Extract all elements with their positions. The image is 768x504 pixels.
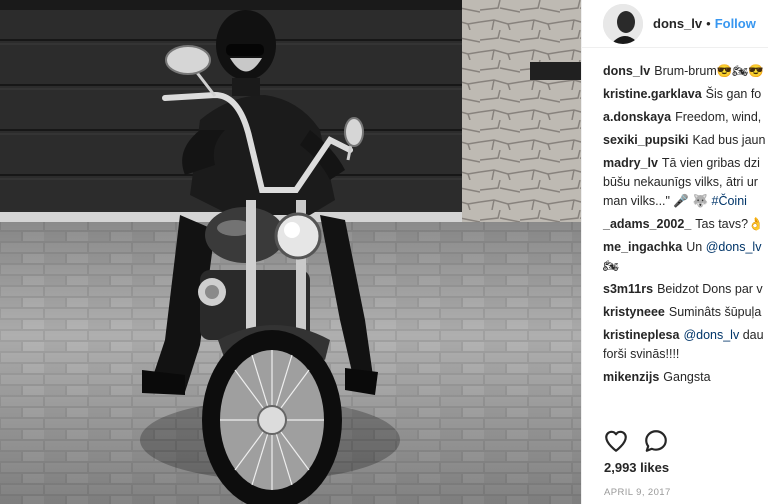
post-photo[interactable] — [0, 0, 581, 504]
comment-item: madry_lv Tā vien gribas dzi būšu nekaunīg… — [603, 154, 768, 211]
likes-count[interactable]: 2,993 likes — [604, 460, 669, 475]
caption-username[interactable]: dons_lv — [603, 64, 650, 78]
header-separator: • — [706, 16, 711, 31]
post-header: dons_lv • Follow — [582, 0, 768, 48]
comment-username[interactable]: me_ingachka — [603, 240, 682, 254]
comment-text: Tā vien gribas dzi — [661, 156, 760, 170]
comment-item: kristyneee Suminâts šūpuļa — [603, 303, 768, 322]
comment-username[interactable]: kristine.garklava — [603, 87, 702, 101]
post-date[interactable]: APRIL 9, 2017 — [604, 487, 671, 498]
comment-icon[interactable] — [643, 428, 669, 454]
comment-text-line: forši svinās!!!! — [603, 347, 680, 361]
comment-item: _adams_2002_ Tas tavs?👌 — [603, 215, 768, 234]
comment-username[interactable]: s3m11rs — [603, 282, 653, 296]
comment-text: Freedom, wind, — [675, 110, 762, 124]
post-actions — [603, 428, 669, 454]
avatar[interactable] — [603, 3, 643, 44]
comments-list: dons_lv Brum-brum😎🏍😎 kristine.garklava Šis… — [582, 48, 768, 387]
comment-username[interactable]: kristyneee — [603, 305, 665, 319]
comment-username[interactable]: kristineplesa — [603, 328, 679, 342]
motorcycle-rider-photo — [0, 0, 581, 504]
header-username[interactable]: dons_lv — [653, 16, 702, 31]
comment-text-line: man vilks..." 🎤 🐺 — [603, 194, 712, 208]
comment-text: Beidzot Dons par v — [657, 282, 763, 296]
comment-item: kristineplesa @dons_lv dau forši svinās!!… — [603, 326, 768, 364]
follow-button[interactable]: Follow — [715, 16, 756, 31]
comment-username[interactable]: a.donskaya — [603, 110, 671, 124]
comment-mention[interactable]: @dons_lv — [683, 328, 739, 342]
post-caption: dons_lv Brum-brum😎🏍😎 — [603, 62, 768, 81]
comment-item: a.donskaya Freedom, wind, — [603, 108, 768, 127]
comment-item: kristine.garklava Šis gan fo — [603, 85, 768, 104]
comment-text: dau — [742, 328, 764, 342]
comment-username[interactable]: madry_lv — [603, 156, 658, 170]
comment-text: Tas tavs?👌 — [695, 217, 764, 231]
comment-item: me_ingachka Un @dons_lv 🏍 — [603, 238, 768, 276]
comment-username[interactable]: _adams_2002_ — [603, 217, 691, 231]
comment-text: Kad bus jaun — [692, 133, 766, 147]
comment-text-line: 🏍 — [603, 259, 619, 273]
comment-item: s3m11rs Beidzot Dons par v — [603, 280, 768, 299]
comment-text: Gangsta — [663, 370, 711, 384]
comment-username[interactable]: sexiki_pupsiki — [603, 133, 688, 147]
comment-text: Suminâts šūpuļa — [668, 305, 762, 319]
post-sidebar: dons_lv • Follow dons_lv Brum-brum😎🏍😎 kri… — [581, 0, 768, 504]
avatar-image — [603, 3, 643, 44]
comment-mention[interactable]: @dons_lv — [706, 240, 762, 254]
comment-item: sexiki_pupsiki Kad bus jaun — [603, 131, 768, 150]
comment-text: Un — [686, 240, 703, 254]
comment-username[interactable]: mikenzijs — [603, 370, 659, 384]
heart-icon[interactable] — [603, 428, 629, 454]
comment-text-line: būšu nekaunīgs vilks, ātri ur — [603, 175, 758, 189]
caption-text: Brum-brum😎🏍😎 — [654, 64, 764, 78]
comment-item: mikenzijs Gangsta — [603, 368, 768, 387]
comment-hashtag[interactable]: #Čoini — [712, 194, 747, 208]
comment-text: Šis gan fo — [705, 87, 762, 101]
